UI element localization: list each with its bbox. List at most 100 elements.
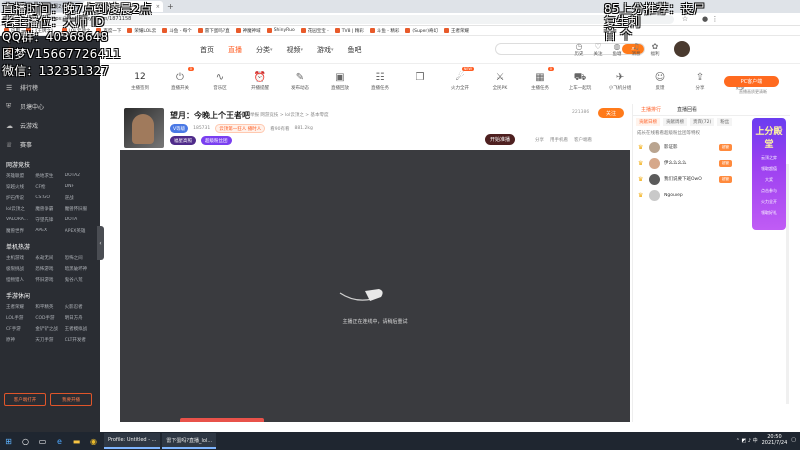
chrome-icon[interactable]: ◉ [85, 432, 102, 450]
back-icon[interactable]: ← [0, 14, 10, 24]
pc-client-button[interactable]: PC客户端 [724, 76, 779, 87]
windows-start-icon[interactable]: ⊞ [0, 432, 17, 450]
header-gift-button[interactable]: ✿ 福利 [646, 42, 664, 57]
streamer-avatar[interactable] [124, 108, 164, 148]
panel-tab[interactable]: 主播排行 [633, 106, 669, 113]
sidebar-category-link[interactable]: 和平精英 [35, 304, 64, 310]
toolbar-item[interactable]: ☄ 火力全开 NEW [440, 66, 480, 91]
share-button[interactable]: 分享 [535, 137, 544, 143]
sidebar-category-link[interactable]: CLT开发者 [65, 337, 94, 343]
start-pill[interactable]: 开始准播 [485, 134, 516, 145]
taskbar-app[interactable]: 雷下蛋吗?直播_lol... [162, 433, 217, 449]
sidebar-category-link[interactable]: 绝地求生 [35, 173, 64, 179]
toolbar-item[interactable]: ❒ [400, 66, 440, 91]
toolbar-item[interactable]: ⇪ 分享 [680, 66, 720, 91]
bookmark-item[interactable]: (Super)奇幻 [405, 28, 438, 34]
bookmark-item[interactable]: ShinyRuo [266, 28, 295, 33]
sidebar-category-link[interactable]: 穿越火线 [6, 184, 35, 190]
bookmark-item[interactable]: 花园宝宝 - [300, 28, 329, 34]
sidebar-item-cloud[interactable]: ☁ 云游戏 [0, 116, 100, 135]
bookmark-item[interactable]: 王者荣耀 [444, 28, 469, 34]
taskbar-app[interactable]: Profile: Untitled - ... [104, 433, 161, 449]
nav-item[interactable]: 直播 [228, 45, 242, 55]
promo-banner[interactable]: 上分殿堂 云顶之弈 领取超值 大奖 点击参与 火力全开 领取好礼 [752, 118, 786, 230]
notification-icon[interactable]: ▢ [791, 437, 796, 443]
nav-item[interactable]: 鱼吧 [348, 45, 362, 55]
sidebar-category-link[interactable]: lol云顶之 [6, 206, 35, 212]
avatar[interactable] [649, 141, 660, 153]
sidebar-collapse-handle[interactable]: ‹ [97, 226, 104, 260]
super-fans-badge[interactable]: 超级粉丝团 [201, 136, 232, 145]
sidebar-item-center[interactable]: ⛨ 贝塘中心 [0, 97, 100, 116]
sidebar-category-link[interactable]: 原神 [6, 337, 35, 343]
bookmark-item[interactable]: 神魔神域 [235, 28, 261, 34]
sidebar-category-link[interactable]: 恐怖之间 [65, 255, 94, 261]
bookmark-item[interactable]: 斗鱼 - 每个 [162, 28, 192, 34]
toolbar-item[interactable]: ☷ 直播任务 [360, 66, 400, 91]
sidebar-category-link[interactable]: 鬼谷八荒 [65, 277, 94, 283]
bookmark-item[interactable]: 雷下蛋吗?直 [197, 28, 230, 34]
panel-tab[interactable]: 直播回看 [669, 106, 705, 113]
explorer-icon[interactable]: ▬ [68, 432, 85, 450]
sidebar-category-link[interactable]: 魔兽世界 [6, 228, 35, 234]
player-progress-bar[interactable] [180, 418, 264, 422]
room-tag[interactable]: 云顶第一狂人 播时人 [215, 124, 266, 133]
bookmark-item[interactable]: 百度一下 [96, 28, 121, 34]
sidebar-category-link[interactable]: VALORA... [6, 217, 35, 223]
sidebar-category-link[interactable]: 主机游戏 [6, 255, 35, 261]
mobile-watch-button[interactable]: 用手机看 [550, 137, 568, 143]
checkin-date[interactable]: 12 主播签到 [120, 66, 160, 91]
sidebar-category-link[interactable]: 魔兽争霸 [35, 206, 64, 212]
sidebar-category-link[interactable]: 守望先锋 [35, 217, 64, 223]
avatar[interactable] [649, 173, 660, 185]
sidebar-category-link[interactable]: 王者荣耀 [6, 304, 35, 310]
toolbar-item[interactable]: ∿ 音乐区 [200, 66, 240, 91]
url-input[interactable]: 🔒 https://www.douyu.com/1871158 [34, 14, 674, 24]
panel-subtab[interactable]: 粉丝 [717, 117, 733, 126]
bookmark-item[interactable]: TV8 | 精彩 [334, 28, 364, 34]
sidebar-category-link[interactable]: CS:GO [35, 195, 64, 201]
browser-tab[interactable]: 直播时间：晚7点到凌晨2点 × [2, 1, 82, 12]
search-icon[interactable]: ○ [17, 432, 34, 450]
toolbar-item[interactable]: ⏻ 直播开关 0 [160, 66, 200, 91]
avatar[interactable] [649, 189, 660, 201]
header-bell-button[interactable]: ♫ 消息 [627, 42, 645, 57]
chat-scrollbar[interactable] [786, 164, 789, 404]
sidebar-category-link[interactable]: 金铲铲之战 [35, 326, 64, 332]
new-tab-icon[interactable]: + [167, 2, 174, 11]
bookmark-item[interactable]: 斗鱼 - 精彩 [369, 28, 399, 34]
toolbar-item[interactable]: ⚔ 全民PK [480, 66, 520, 91]
forward-icon[interactable]: → [10, 14, 20, 24]
panel-subtab[interactable]: 贡献周榜 [663, 117, 687, 126]
toolbar-item[interactable]: ⛟ 上车一起玩 [560, 66, 600, 91]
sidebar-category-link[interactable]: DOTA2 [65, 173, 94, 179]
sidebar-category-link[interactable]: 极限挑战 [6, 266, 35, 272]
sidebar-category-link[interactable]: CF枪 [35, 184, 64, 190]
sidebar-category-link[interactable]: 怪物猎人 [6, 277, 35, 283]
client-watch-button[interactable]: 客户端看 [574, 137, 592, 143]
toolbar-item[interactable]: ☺ 反馈 [640, 66, 680, 91]
sidebar-category-link[interactable]: 永劫无间 [35, 255, 64, 261]
sidebar-category-link[interactable]: 火影忍者 [65, 304, 94, 310]
sidebar-category-link[interactable]: 暗黑破坏神 [65, 266, 94, 272]
sidebar-category-link[interactable]: 英雄联盟 [6, 173, 35, 179]
reload-icon[interactable]: ↻ [20, 14, 30, 24]
clock[interactable]: 20:50 2021/7/24 [762, 434, 788, 446]
header-fish-button[interactable]: ◍ 鱼塘 [608, 42, 626, 57]
sidebar-category-link[interactable]: 天刀手游 [35, 337, 64, 343]
sidebar-category-link[interactable]: 炉石传说 [6, 195, 35, 201]
panel-subtab[interactable]: 贡献日榜 [636, 117, 660, 126]
browser-tab[interactable]: × [83, 1, 163, 12]
avatar[interactable] [649, 157, 660, 169]
bookmark-item[interactable]: 《王牌之》 [26, 28, 56, 34]
toolbar-item[interactable]: ✈ 小飞机分组 [600, 66, 640, 91]
video-player[interactable]: 主播正在连线中，请稍后重试 [120, 150, 630, 422]
sidebar-category-link[interactable]: 怀旧游戏 [35, 277, 64, 283]
toolbar-item[interactable]: ▦ 主播任务 0 [520, 66, 560, 91]
sidebar-category-link[interactable]: LOL手游 [6, 315, 35, 321]
sidebar-category-link[interactable]: CF手游 [6, 326, 35, 332]
sidebar-category-link[interactable]: 王者模拟战 [65, 326, 94, 332]
logo[interactable]: ◆ [0, 36, 100, 64]
toolbar-item[interactable]: ⏰ 开播提醒 [240, 66, 280, 91]
close-icon[interactable]: × [156, 4, 160, 10]
